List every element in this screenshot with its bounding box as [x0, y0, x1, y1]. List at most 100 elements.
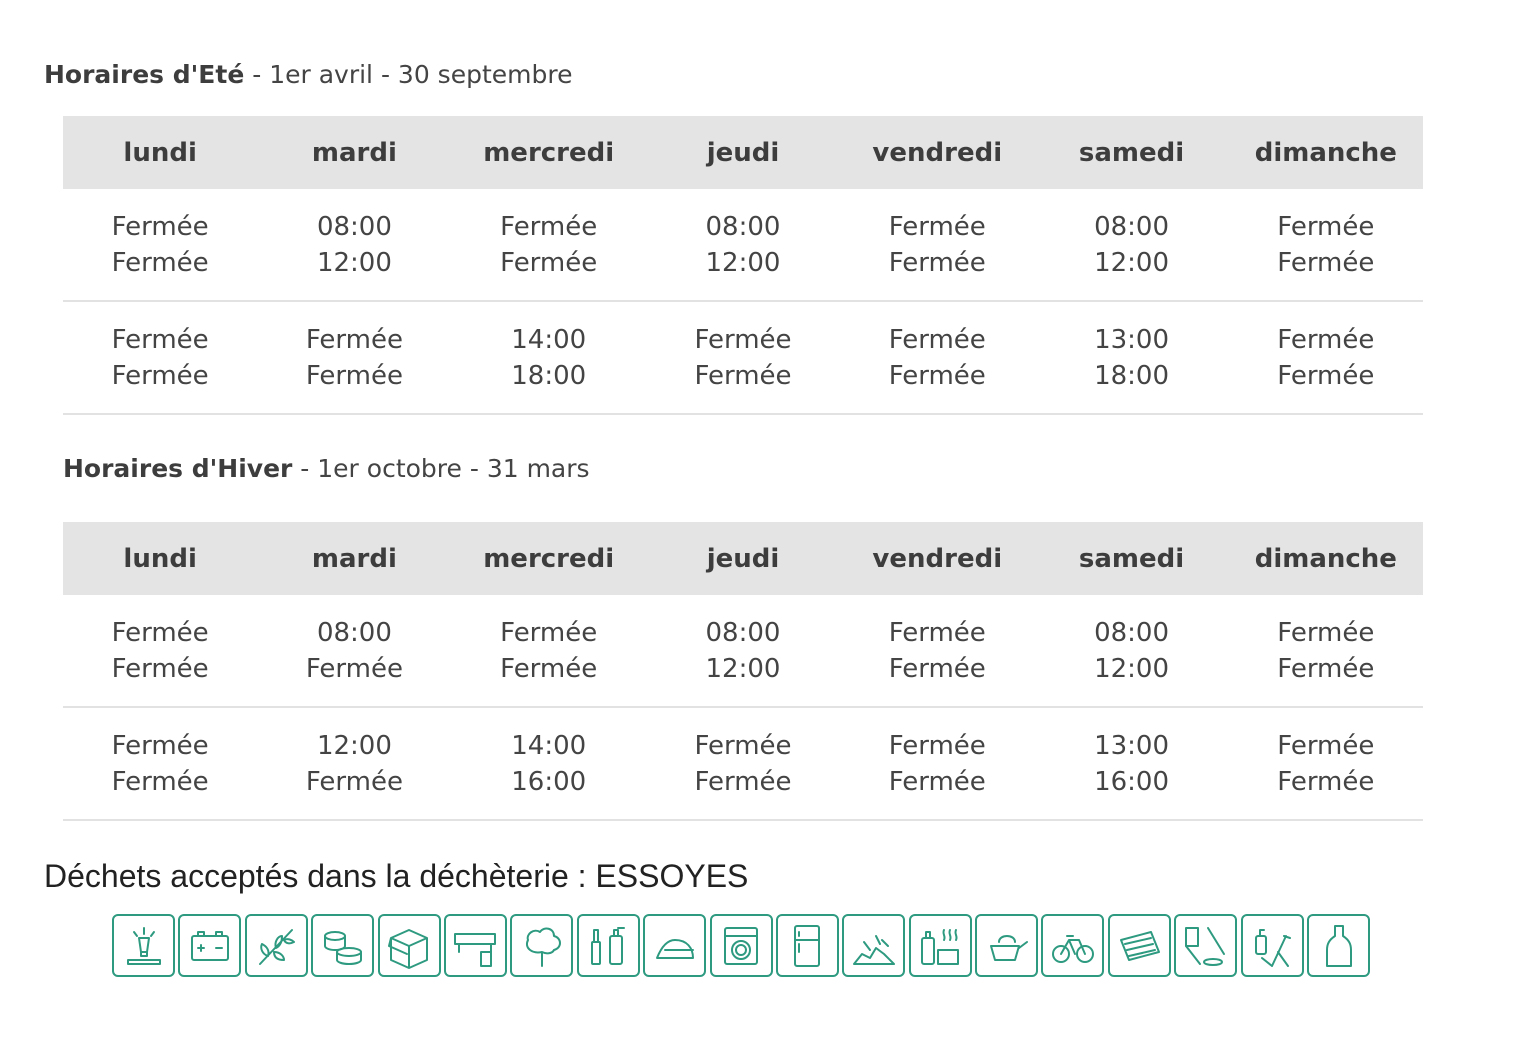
- rubble-icon: [842, 914, 906, 977]
- close-time: 12:00: [705, 653, 781, 684]
- lamp-icon: [112, 914, 175, 977]
- hours-cell: 08:00 12:00: [1034, 595, 1229, 708]
- hours-cell: Fermée Fermée: [63, 707, 258, 821]
- summer-schedule-table: lundi mardi mercredi jeudi vendredi samedi dim…: [63, 116, 1423, 415]
- day-header-dimanche: dimanche: [1228, 116, 1423, 189]
- hours-cell: 08:00 12:00: [1034, 189, 1229, 302]
- close-time: Fermée: [888, 653, 986, 684]
- open-time: Fermée: [694, 730, 792, 761]
- day-header-vendredi: vendredi: [840, 116, 1035, 189]
- hours-cell: Fermée Fermée: [63, 301, 258, 415]
- cardboard-icon: [377, 914, 441, 977]
- open-time: 13:00: [1094, 324, 1170, 355]
- open-time: Fermée: [888, 730, 986, 761]
- waste-title: Déchets acceptés dans la déchèterie : ES…: [44, 858, 749, 894]
- cooking-oil-icon: [975, 914, 1039, 977]
- open-time: 08:00: [1094, 617, 1170, 648]
- tools-icon: [1240, 914, 1304, 977]
- hours-cell: Fermée Fermée: [1228, 595, 1423, 708]
- table-row: Fermée Fermée 12:00 Fermée 14:00 16:00 Fermée F…: [63, 707, 1423, 821]
- waste-icons-row: [112, 914, 1373, 977]
- fridge-icon: [775, 914, 839, 977]
- green-waste-icon: [244, 914, 308, 977]
- tree-icon: [510, 914, 574, 977]
- close-time: 12:00: [705, 247, 781, 278]
- day-header-jeudi: jeudi: [645, 522, 841, 595]
- close-time: Fermée: [888, 360, 986, 391]
- hours-cell: Fermée Fermée: [840, 301, 1035, 415]
- open-time: Fermée: [111, 324, 209, 355]
- table-row: Fermée Fermée Fermée Fermée 14:00 18:00 Fermée…: [63, 301, 1423, 415]
- hours-cell: Fermée Fermée: [451, 595, 646, 708]
- hours-cell: Fermée Fermée: [1228, 707, 1423, 821]
- day-header-samedi: samedi: [1034, 116, 1229, 189]
- open-time: 14:00: [511, 324, 587, 355]
- hours-cell: 08:00 Fermée: [257, 595, 452, 708]
- hours-cell: 12:00 Fermée: [257, 707, 452, 821]
- open-time: Fermée: [1277, 211, 1375, 242]
- summer-title-dates: - 1er avril - 30 septembre: [244, 60, 573, 89]
- open-time: 13:00: [1094, 730, 1170, 761]
- hours-cell: Fermée Fermée: [63, 595, 258, 708]
- close-time: Fermée: [305, 766, 403, 797]
- battery-icon: [178, 914, 242, 977]
- close-time: Fermée: [1277, 360, 1375, 391]
- open-time: Fermée: [111, 730, 209, 761]
- header-row: lundi mardi mercredi jeudi vendredi samedi dim…: [63, 116, 1423, 189]
- chemicals-icon: [908, 914, 972, 977]
- hours-cell: 13:00 18:00: [1034, 301, 1229, 415]
- table-row: Fermée Fermée 08:00 Fermée Fermée Fermée 08:00…: [63, 595, 1423, 708]
- close-time: Fermée: [694, 766, 792, 797]
- open-time: Fermée: [305, 324, 403, 355]
- gutter-icon: [443, 914, 507, 977]
- open-time: 08:00: [705, 211, 781, 242]
- hours-cell: Fermée Fermée: [451, 189, 646, 302]
- open-time: 12:00: [316, 730, 392, 761]
- close-time: 12:00: [1094, 247, 1170, 278]
- hours-cell: 08:00 12:00: [645, 595, 841, 708]
- hours-cell: 13:00 16:00: [1034, 707, 1229, 821]
- day-header-dimanche: dimanche: [1228, 522, 1423, 595]
- day-header-samedi: samedi: [1034, 522, 1229, 595]
- open-time: Fermée: [111, 211, 209, 242]
- papers-icon: [1107, 914, 1171, 977]
- header-row: lundi mardi mercredi jeudi vendredi samedi dim…: [63, 522, 1423, 595]
- day-header-lundi: lundi: [63, 116, 258, 189]
- day-header-vendredi: vendredi: [840, 522, 1035, 595]
- close-time: Fermée: [888, 766, 986, 797]
- close-time: 12:00: [316, 247, 392, 278]
- open-time: Fermée: [888, 617, 986, 648]
- hours-cell: Fermée Fermée: [645, 707, 841, 821]
- close-time: Fermée: [1277, 247, 1375, 278]
- winter-schedule-title: Horaires d'Hiver - 1er octobre - 31 mars: [63, 454, 590, 483]
- washing-machine-icon: [709, 914, 773, 977]
- close-time: Fermée: [694, 360, 792, 391]
- day-header-lundi: lundi: [63, 522, 258, 595]
- open-time: Fermée: [888, 324, 986, 355]
- close-time: Fermée: [111, 653, 209, 684]
- close-time: Fermée: [305, 653, 403, 684]
- close-time: Fermée: [111, 360, 209, 391]
- close-time: 12:00: [1094, 653, 1170, 684]
- open-time: Fermée: [888, 211, 986, 242]
- glass-bottle-icon: [1307, 914, 1371, 977]
- close-time: Fermée: [888, 247, 986, 278]
- close-time: 16:00: [511, 766, 587, 797]
- close-time: Fermée: [500, 653, 598, 684]
- day-header-mercredi: mercredi: [451, 522, 646, 595]
- hours-cell: Fermée Fermée: [1228, 301, 1423, 415]
- open-time: 08:00: [1094, 211, 1170, 242]
- open-time: Fermée: [111, 617, 209, 648]
- close-time: Fermée: [1277, 766, 1375, 797]
- open-time: 14:00: [511, 730, 587, 761]
- winter-schedule-table: lundi mardi mercredi jeudi vendredi samedi dim…: [63, 522, 1423, 821]
- close-time: 16:00: [1094, 766, 1170, 797]
- hours-cell: Fermée Fermée: [645, 301, 841, 415]
- open-time: Fermée: [500, 617, 598, 648]
- day-header-jeudi: jeudi: [645, 116, 841, 189]
- hours-cell: 14:00 16:00: [451, 707, 646, 821]
- cans-icon: [311, 914, 375, 977]
- hours-cell: Fermée Fermée: [840, 595, 1035, 708]
- open-time: 08:00: [316, 617, 392, 648]
- paint-icon: [576, 914, 640, 977]
